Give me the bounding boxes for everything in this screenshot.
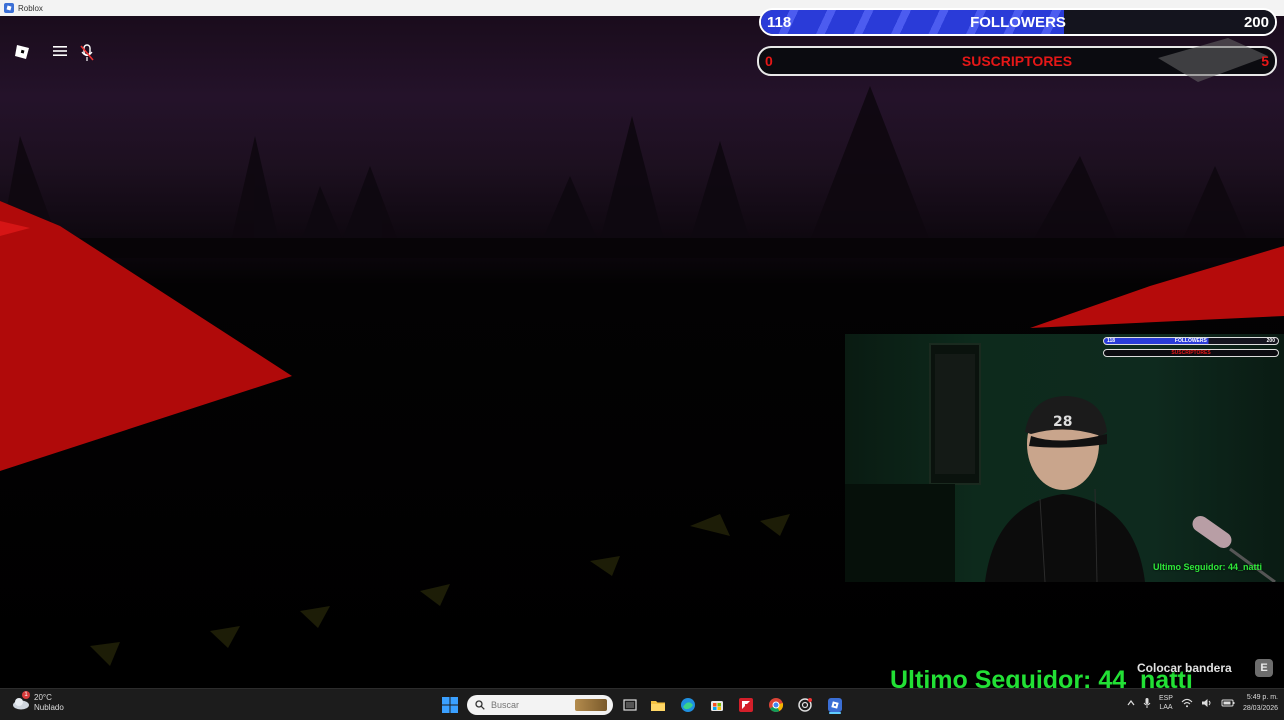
battery-icon[interactable]	[1221, 698, 1235, 708]
hamburger-menu-button[interactable]	[52, 44, 76, 66]
window-title: Roblox	[18, 3, 43, 13]
followers-goal-bar: 118 FOLLOWERS 200	[759, 8, 1277, 36]
taskbar-search[interactable]	[467, 695, 613, 715]
webcam-feed: 28	[845, 343, 1276, 582]
windows-start-icon	[442, 697, 458, 713]
red-wall-right	[1030, 246, 1284, 328]
ground-debris	[90, 514, 790, 666]
roblox-icon	[828, 698, 842, 712]
voice-chat-button[interactable]	[80, 44, 104, 66]
webcam-overlay: 28 118 FOLLOWERS 200 SUSCRIPTORES Ultimo…	[845, 334, 1284, 582]
subscribers-label: SUSCRIPTORES	[961, 53, 1073, 69]
weather-temp: 20°C	[34, 693, 52, 702]
edge-icon	[681, 698, 695, 712]
microphone-icon[interactable]	[1143, 697, 1151, 709]
microphone-muted-icon	[80, 44, 94, 61]
weather-condition: Nublado	[34, 703, 64, 712]
mini-followers-bar: 118 FOLLOWERS 200	[1103, 337, 1279, 345]
task-view-icon	[623, 699, 637, 711]
place-flag-prompt: Colocar bandera	[1137, 661, 1232, 675]
roblox-menu-button[interactable]	[14, 44, 38, 66]
clock-time: 5:49 p. m.	[1246, 694, 1278, 701]
subscribers-goal: 5	[1261, 53, 1269, 69]
chevron-up-icon[interactable]	[1127, 699, 1135, 707]
clock-date: 28/03/2026	[1242, 705, 1278, 712]
search-highlight-image	[575, 699, 607, 711]
game-viewport[interactable]: 28 118 FOLLOWERS 200 SUSCRIPTORES Ultimo…	[0, 16, 1284, 688]
followers-goal: 200	[1243, 13, 1269, 31]
start-button[interactable]	[440, 695, 460, 715]
openai-button[interactable]	[795, 695, 815, 715]
weather-badge: 1	[22, 691, 30, 699]
interact-key-e[interactable]: E	[1255, 659, 1273, 677]
wifi-icon[interactable]	[1181, 698, 1193, 708]
chrome-icon	[769, 698, 784, 712]
weather-widget[interactable]: 1 20°C Nublado	[12, 691, 64, 713]
volume-icon[interactable]	[1201, 698, 1213, 708]
roblox-logo-icon	[15, 45, 29, 59]
search-input[interactable]	[491, 700, 581, 710]
store-icon	[711, 701, 723, 711]
windows-taskbar: 1 20°C Nublado Buscar ESP LAA 5:49 p. m.…	[0, 688, 1284, 720]
active-app-indicator	[829, 712, 841, 714]
roblox-taskbar-button[interactable]	[825, 695, 845, 715]
horizon-band	[0, 238, 1284, 258]
followers-label: FOLLOWERS	[970, 13, 1066, 31]
amd-icon	[739, 698, 753, 712]
language-indicator[interactable]: ESP LAA	[1159, 694, 1173, 712]
file-explorer-button[interactable]	[648, 695, 668, 715]
search-icon	[475, 700, 485, 710]
webcam-last-follower: Ultimo Seguidor: 44_natti	[1152, 562, 1262, 572]
taskbar-clock[interactable]: 5:49 p. m. 28/03/2026	[1243, 692, 1278, 714]
store-button[interactable]	[707, 695, 727, 715]
hamburger-menu-icon	[53, 46, 67, 56]
amd-button[interactable]	[736, 695, 756, 715]
openai-icon	[798, 698, 812, 712]
chrome-button[interactable]	[766, 695, 786, 715]
forest-treeline	[0, 86, 1250, 246]
task-view-button[interactable]	[620, 695, 640, 715]
mini-subscribers-bar: SUSCRIPTORES	[1103, 349, 1279, 357]
file-explorer-icon	[651, 701, 665, 711]
roblox-app-icon	[4, 3, 14, 13]
edge-button[interactable]	[678, 695, 698, 715]
svg-text:28: 28	[1053, 414, 1072, 430]
system-tray: ESP LAA 5:49 p. m. 28/03/2026	[1127, 692, 1278, 714]
